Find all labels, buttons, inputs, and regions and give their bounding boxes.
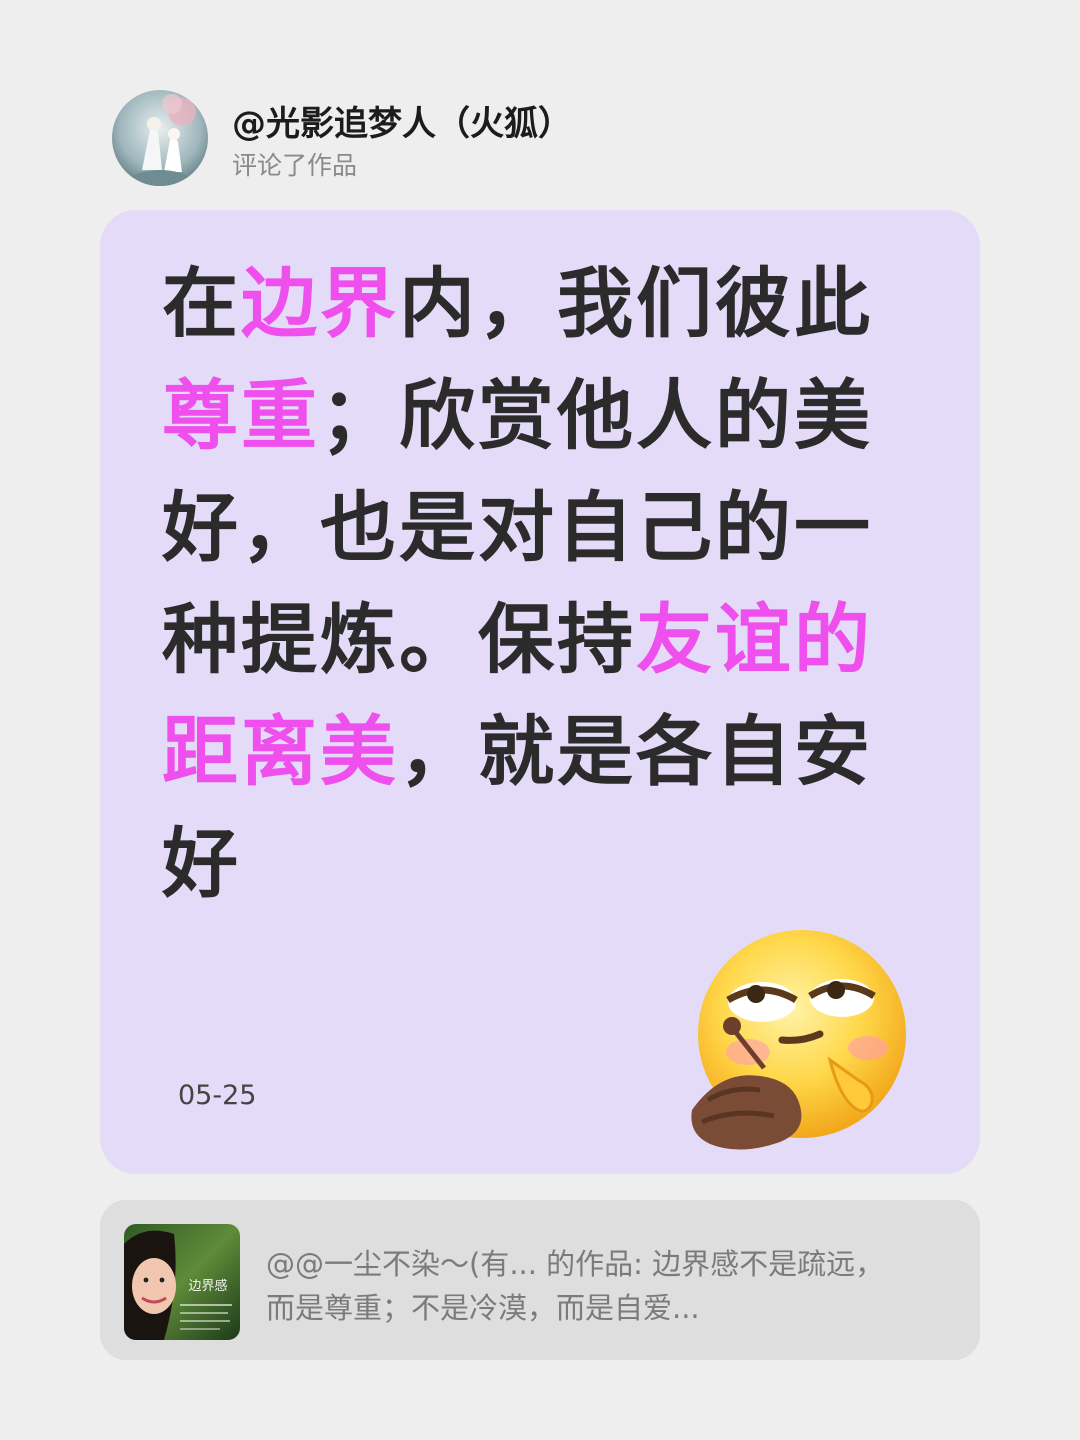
comment-action-label: 评论了作品 (232, 151, 358, 180)
user-avatar[interactable] (112, 90, 208, 186)
highlighted-text: 尊重 (162, 371, 320, 460)
comment-header: @光影追梦人（火狐） 评论了作品 (112, 90, 1012, 186)
referenced-work-thumbnail[interactable]: 边界感 (124, 1224, 240, 1340)
thumbnail-title: 边界感 (188, 1278, 227, 1294)
comment-text-segment: 内，我们彼此 (399, 259, 873, 348)
referenced-work-text[interactable]: @@一尘不染～(有... 的作品: 边界感不是疏远， 而是尊重；不是冷漠，而是自… (266, 1242, 956, 1330)
comment-card: 在边界内，我们彼此尊重；欣赏他人的美好，也是对自己的一种提炼。保持友谊的距离美，… (100, 210, 980, 1174)
comment-text-segment: 在 (162, 259, 241, 348)
username[interactable]: @光影追梦人（火狐） (232, 96, 572, 145)
smirk-face-emoji-icon (690, 930, 920, 1160)
comment-text: 在边界内，我们彼此尊重；欣赏他人的美好，也是对自己的一种提炼。保持友谊的距离美，… (162, 248, 922, 920)
referenced-work-card[interactable]: 边界感 @@一尘不染～(有... 的作品: 边界感不是疏远， 而是尊重；不是冷漠… (100, 1200, 980, 1360)
highlighted-text: 边界 (241, 259, 399, 348)
comment-date: 05-25 (178, 1080, 257, 1111)
